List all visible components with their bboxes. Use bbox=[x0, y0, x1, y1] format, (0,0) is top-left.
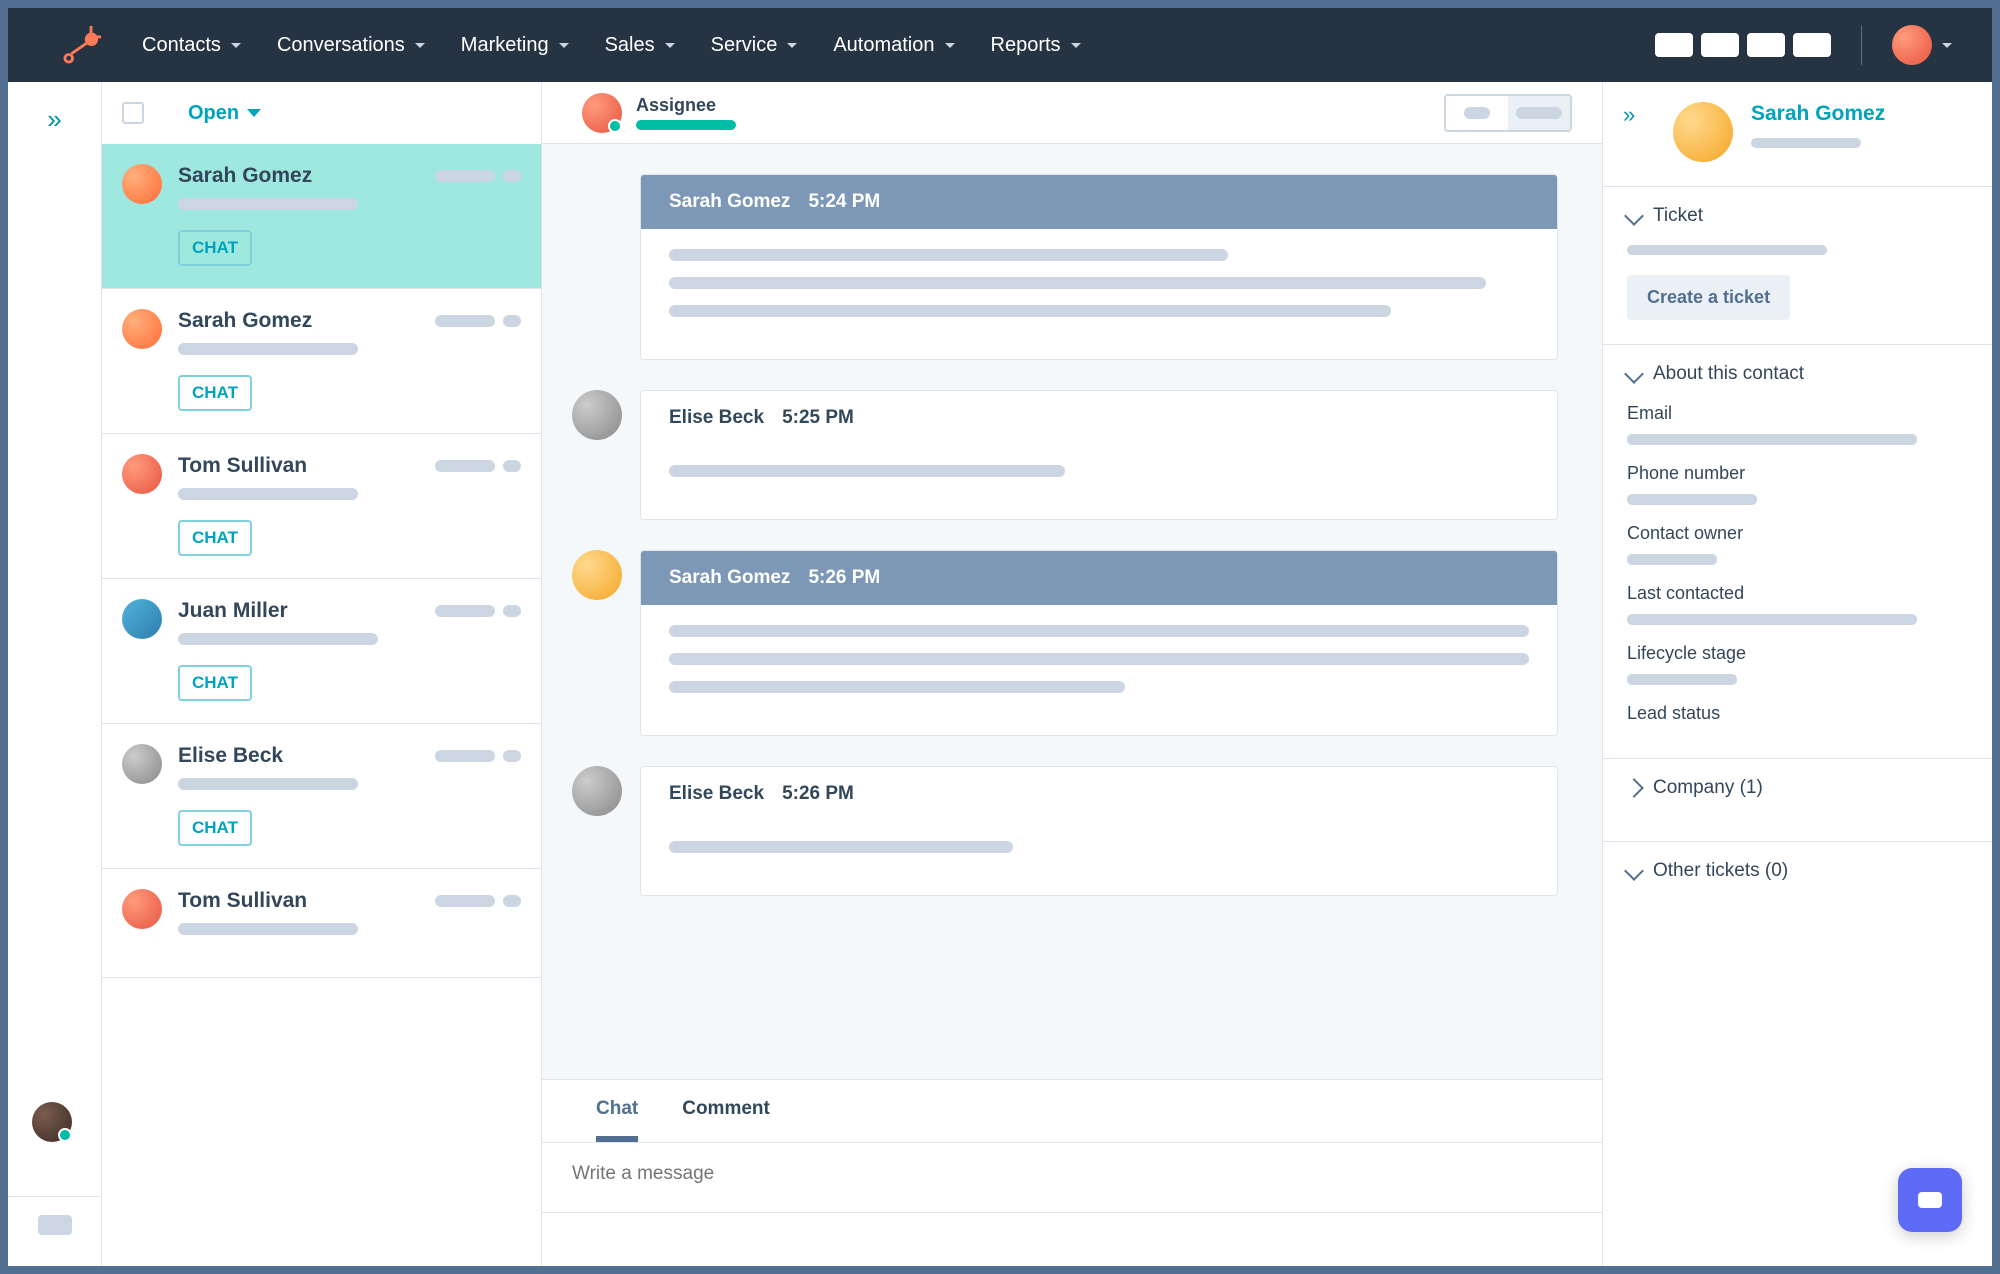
chevron-right-icon bbox=[1624, 778, 1644, 798]
chat-badge: CHAT bbox=[178, 230, 252, 266]
conversation-list: Open Sarah Gomez CHAT bbox=[102, 82, 542, 1266]
message-from: Sarah Gomez bbox=[669, 567, 790, 589]
avatar bbox=[122, 164, 162, 204]
nav-utility-buttons bbox=[1655, 33, 1831, 57]
nav-reports[interactable]: Reports bbox=[991, 34, 1081, 57]
thread-panel: Assignee Sarah Gomez 5:24 PM bbox=[542, 82, 1602, 1266]
chevron-down-icon bbox=[1071, 43, 1081, 48]
chat-icon bbox=[1918, 1192, 1942, 1208]
message-time: 5:24 PM bbox=[808, 191, 880, 213]
field-label: Contact owner bbox=[1627, 523, 1968, 544]
avatar bbox=[122, 309, 162, 349]
chat-badge: CHAT bbox=[178, 810, 252, 846]
nav-marketing[interactable]: Marketing bbox=[461, 34, 569, 57]
account-avatar[interactable] bbox=[1892, 25, 1932, 65]
field-label: Last contacted bbox=[1627, 583, 1968, 604]
section-toggle-other-tickets[interactable]: Other tickets (0) bbox=[1627, 860, 1968, 882]
nav-utility-3[interactable] bbox=[1747, 33, 1785, 57]
field-label: Phone number bbox=[1627, 463, 1968, 484]
expand-details-icon[interactable]: » bbox=[1623, 102, 1635, 128]
nav-contacts[interactable]: Contacts bbox=[142, 34, 241, 57]
nav-automation[interactable]: Automation bbox=[833, 34, 954, 57]
message-input[interactable] bbox=[572, 1163, 1572, 1185]
chevron-down-icon bbox=[415, 43, 425, 48]
section-toggle-ticket[interactable]: Ticket bbox=[1627, 205, 1968, 227]
composer-tab-comment[interactable]: Comment bbox=[682, 1098, 770, 1142]
chevron-down-icon bbox=[1624, 206, 1644, 226]
message-bubble: Sarah Gomez 5:24 PM bbox=[640, 174, 1558, 360]
avatar bbox=[122, 744, 162, 784]
chevron-down-icon[interactable] bbox=[1942, 43, 1952, 48]
nav-utility-1[interactable] bbox=[1655, 33, 1693, 57]
chat-badge: CHAT bbox=[178, 665, 252, 701]
select-all-checkbox[interactable] bbox=[122, 102, 144, 124]
create-ticket-button[interactable]: Create a ticket bbox=[1627, 275, 1790, 320]
message-from: Sarah Gomez bbox=[669, 191, 790, 213]
nav-sales[interactable]: Sales bbox=[605, 34, 675, 57]
conversation-name: Elise Beck bbox=[178, 744, 283, 768]
conversation-name: Sarah Gomez bbox=[178, 309, 312, 333]
conversation-name: Tom Sullivan bbox=[178, 889, 307, 913]
thread-view-toggle[interactable] bbox=[1444, 94, 1572, 132]
chevron-down-icon bbox=[1624, 364, 1644, 384]
chat-fab[interactable] bbox=[1898, 1168, 1962, 1232]
conversation-item[interactable]: Juan Miller CHAT bbox=[102, 579, 541, 724]
message-time: 5:25 PM bbox=[782, 407, 854, 429]
assignee-value-skeleton bbox=[636, 120, 736, 130]
chevron-down-icon bbox=[559, 43, 569, 48]
chevron-down-icon bbox=[247, 109, 261, 117]
avatar bbox=[122, 889, 162, 929]
avatar bbox=[122, 454, 162, 494]
nav-conversations[interactable]: Conversations bbox=[277, 34, 425, 57]
message-time: 5:26 PM bbox=[808, 567, 880, 589]
conversation-item[interactable]: Elise Beck CHAT bbox=[102, 724, 541, 869]
field-label: Lifecycle stage bbox=[1627, 643, 1968, 664]
contact-name[interactable]: Sarah Gomez bbox=[1751, 102, 1968, 126]
section-toggle-company[interactable]: Company (1) bbox=[1627, 777, 1968, 799]
nav-utility-2[interactable] bbox=[1701, 33, 1739, 57]
avatar bbox=[122, 599, 162, 639]
nav-divider bbox=[1861, 25, 1862, 65]
chat-badge: CHAT bbox=[178, 375, 252, 411]
conversation-name: Juan Miller bbox=[178, 599, 288, 623]
contact-avatar[interactable] bbox=[1673, 102, 1733, 162]
nav-utility-4[interactable] bbox=[1793, 33, 1831, 57]
hubspot-logo[interactable] bbox=[62, 25, 102, 65]
message-bubble: Sarah Gomez 5:26 PM bbox=[640, 550, 1558, 736]
field-label: Lead status bbox=[1627, 703, 1968, 724]
status-online-icon bbox=[608, 119, 622, 133]
conversation-item[interactable]: Sarah Gomez CHAT bbox=[102, 144, 541, 289]
message-bubble: Elise Beck 5:26 PM bbox=[640, 766, 1558, 896]
chevron-down-icon bbox=[787, 43, 797, 48]
chevron-down-icon bbox=[665, 43, 675, 48]
avatar bbox=[572, 766, 622, 816]
field-label: Email bbox=[1627, 403, 1968, 424]
details-panel: » Sarah Gomez Ticket Create a ticket bbox=[1602, 82, 1992, 1266]
conversation-item[interactable]: Tom Sullivan CHAT bbox=[102, 434, 541, 579]
conversation-item[interactable]: Sarah Gomez CHAT bbox=[102, 289, 541, 434]
message-time: 5:26 PM bbox=[782, 783, 854, 805]
conversation-item[interactable]: Tom Sullivan bbox=[102, 869, 541, 978]
rail-bottom-chip[interactable] bbox=[38, 1215, 72, 1235]
nav-service[interactable]: Service bbox=[711, 34, 798, 57]
status-online-icon bbox=[58, 1128, 72, 1142]
message-from: Elise Beck bbox=[669, 407, 764, 429]
expand-rail-icon[interactable]: » bbox=[47, 104, 61, 135]
message-from: Elise Beck bbox=[669, 783, 764, 805]
chat-badge: CHAT bbox=[178, 520, 252, 556]
avatar bbox=[572, 390, 622, 440]
assignee-label: Assignee bbox=[636, 95, 736, 116]
avatar bbox=[572, 550, 622, 600]
section-toggle-about[interactable]: About this contact bbox=[1627, 363, 1968, 385]
top-navbar: Contacts Conversations Marketing Sales S… bbox=[8, 8, 1992, 82]
composer-tab-chat[interactable]: Chat bbox=[596, 1098, 638, 1142]
message-bubble: Elise Beck 5:25 PM bbox=[640, 390, 1558, 520]
chevron-down-icon bbox=[231, 43, 241, 48]
left-rail: » bbox=[8, 82, 102, 1266]
chevron-down-icon bbox=[945, 43, 955, 48]
chevron-down-icon bbox=[1624, 861, 1644, 881]
conversation-name: Sarah Gomez bbox=[178, 164, 312, 188]
filter-open-dropdown[interactable]: Open bbox=[188, 102, 261, 125]
conversation-name: Tom Sullivan bbox=[178, 454, 307, 478]
